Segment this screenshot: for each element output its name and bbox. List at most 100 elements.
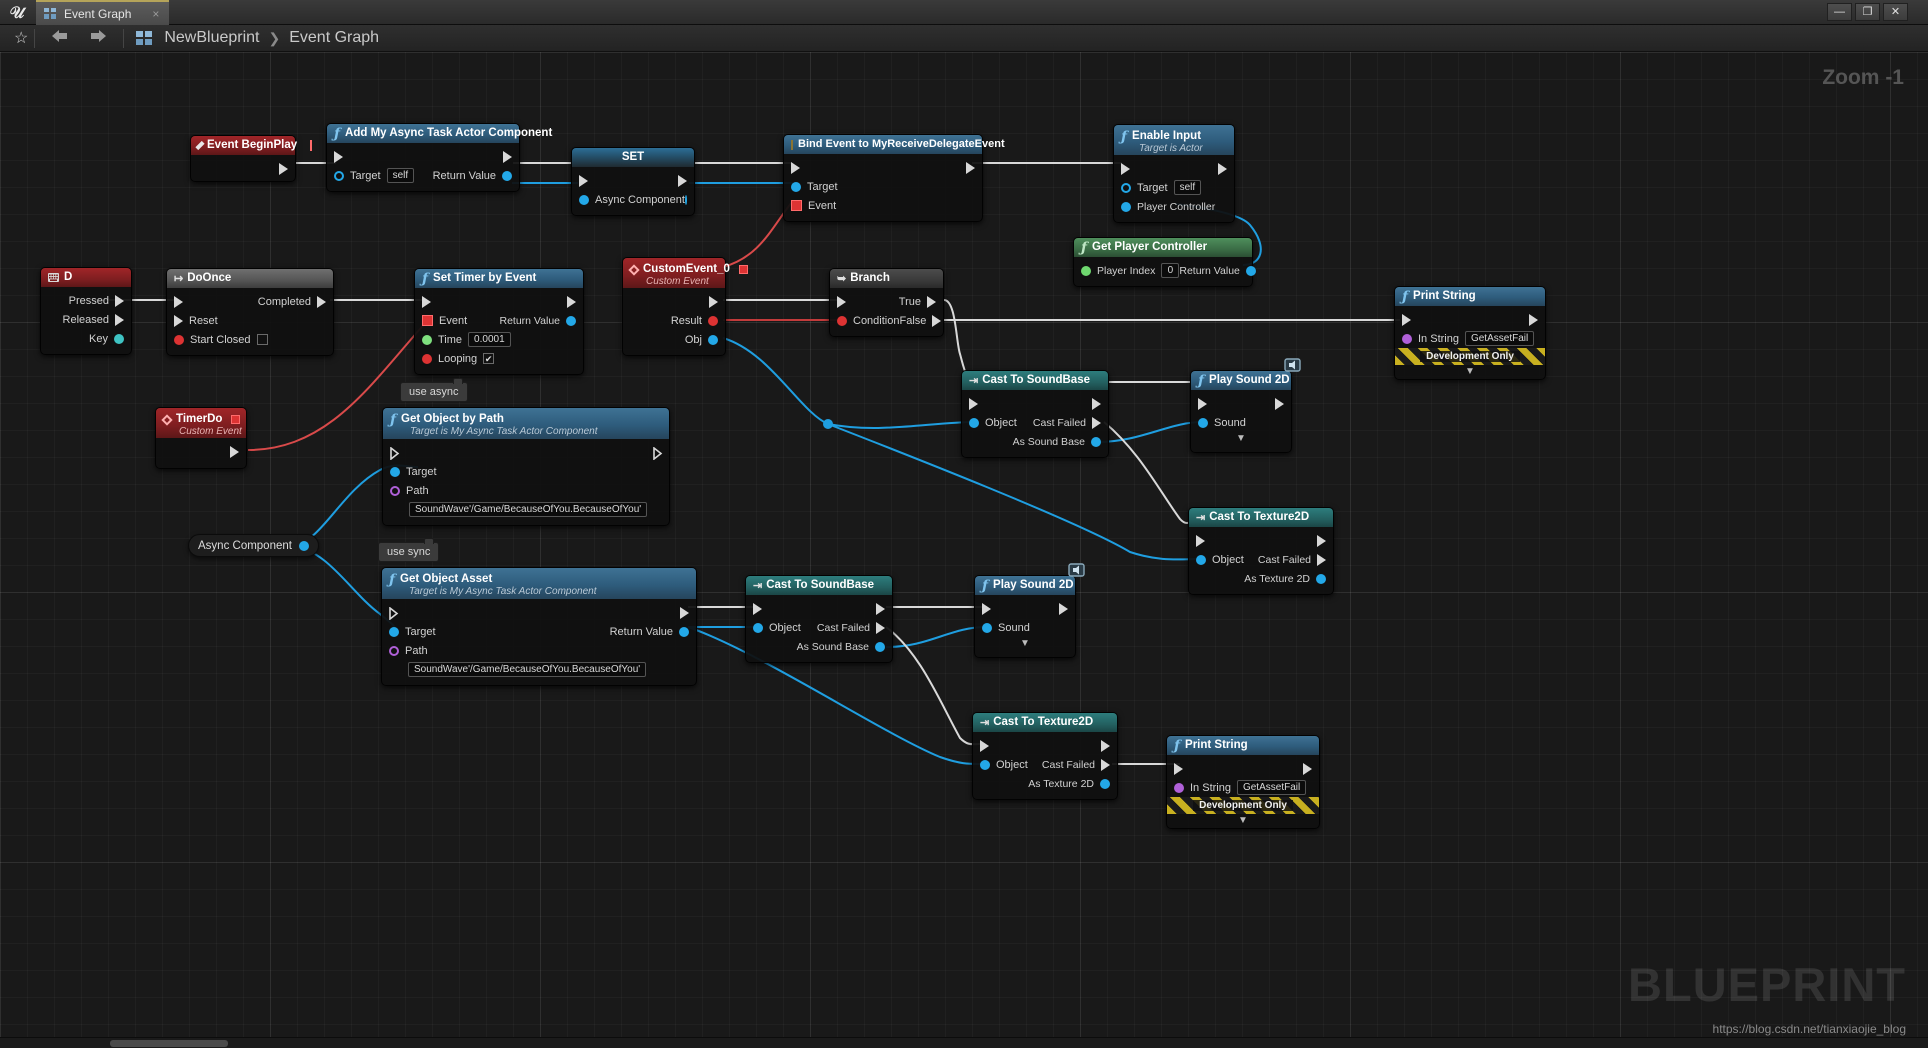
pin-row-sound[interactable]: Sound [1191,413,1291,432]
node-get-player-controller[interactable]: ƒ Get Player Controller Player Index 0 R… [1073,237,1256,287]
node-get-object-by-path[interactable]: ƒ Get Object by Path Target is My Async … [382,407,670,526]
exec-input-pin[interactable] [1198,397,1207,410]
path-input-pin[interactable] [389,645,399,656]
return-value-output-pin[interactable] [679,626,689,637]
pin-row-as-texture-2d[interactable]: As Texture 2D [1189,569,1333,588]
event-toggle-icon[interactable] [310,140,313,151]
pressed-output-pin[interactable] [115,294,124,307]
player-index-input-pin[interactable] [1081,265,1091,276]
exec-input-pin[interactable] [1174,762,1183,775]
pin-row-event[interactable]: Event Return Value [415,311,583,330]
target-value[interactable]: self [386,168,415,183]
in-string-input-pin[interactable] [1402,333,1412,344]
pin-row-target[interactable]: Target self Return Value [327,166,519,185]
pin-row-as-sound-base[interactable]: As Sound Base [962,432,1108,451]
in-string-input-pin[interactable] [1174,782,1184,793]
window-minimize-button[interactable]: — [1827,3,1852,21]
exec-input-pin[interactable] [980,739,989,752]
looping-input-pin[interactable] [422,353,432,364]
sound-input-pin[interactable] [982,622,992,633]
as-sound-base-output-pin[interactable] [875,641,885,652]
exec-output-pin[interactable] [503,150,512,163]
node-enable-input[interactable]: ƒ Enable Input Target is Actor Target se… [1113,124,1235,223]
node-set-timer-by-event[interactable]: ƒ Set Timer by Event Event Return Value [414,268,584,375]
exec-input-pin[interactable] [753,602,762,615]
object-input-pin[interactable] [753,622,763,633]
node-get-object-asset[interactable]: ƒ Get Object Asset Target is My Async Ta… [381,567,697,686]
pin-row-exec-out[interactable] [623,292,725,311]
path-value[interactable]: SoundWave'/Game/BecauseOfYou.BecauseOfYo… [409,502,648,517]
exec-output-pin[interactable] [1101,739,1110,752]
exec-output-pin[interactable] [876,602,885,615]
exec-input-pin[interactable] [174,295,183,308]
result-output-pin[interactable] [708,315,718,326]
breadcrumb-current[interactable]: Event Graph [289,29,379,47]
looping-checkbox[interactable] [483,353,495,364]
cast-failed-output-pin[interactable] [1092,416,1101,429]
as-texture-2d-output-pin[interactable] [1100,778,1110,789]
completed-output-pin[interactable] [317,295,326,308]
exec-input-pin[interactable] [969,397,978,410]
player-index-value[interactable]: 0 [1161,263,1180,278]
pin-row-time[interactable]: Time 0.0001 [415,330,583,349]
pin-row-exec[interactable] [572,171,694,190]
async-component-output-pin[interactable] [684,194,687,205]
pin-row-target[interactable]: Target [383,462,669,481]
pin-row-in-string[interactable]: In String GetAssetFail [1167,778,1319,797]
node-do-once[interactable]: ↦ DoOnce Completed Reset Start Closed [166,268,334,356]
pin-row-condition-false[interactable]: Condition False [830,311,943,330]
as-sound-base-output-pin[interactable] [1091,436,1101,447]
node-cast-to-texture2d-top[interactable]: ⇥ Cast To Texture2D Object Cast Failed A… [1188,507,1334,595]
expand-node-icon[interactable]: ▼ [1191,432,1291,446]
pin-row-exec[interactable] [746,599,892,618]
pin-row-obj[interactable]: Obj [623,330,725,349]
window-maximize-button[interactable]: ❐ [1855,3,1880,21]
exec-input-pin[interactable] [1196,534,1205,547]
var-node-async-component[interactable]: Async Component [188,534,319,557]
target-input-pin[interactable] [389,626,399,637]
target-input-pin[interactable] [390,466,400,477]
pin-row-player-index[interactable]: Player Index 0 Return Value [1074,261,1256,280]
pin-row-as-texture-2d[interactable]: As Texture 2D [973,774,1117,793]
chip-use-sync[interactable]: use sync [378,538,440,562]
exec-output-pin[interactable] [567,295,576,308]
path-input-pin[interactable] [390,485,400,496]
node-branch[interactable]: ➥ Branch True Condition False [829,268,944,337]
pin-row-exec-true[interactable]: True [830,292,943,311]
pin-row-path-value[interactable]: SoundWave'/Game/BecauseOfYou.BecauseOfYo… [383,500,669,519]
pin-row-exec-out[interactable] [191,159,295,178]
exec-input-pin[interactable] [1121,162,1130,175]
exec-output-pin[interactable] [1303,762,1312,775]
pin-row-exec[interactable] [962,394,1108,413]
as-texture-2d-output-pin[interactable] [1316,573,1326,584]
exec-output-pin[interactable] [230,445,239,458]
object-input-pin[interactable] [980,759,990,770]
exec-output-pin[interactable] [678,174,687,187]
target-input-pin[interactable] [791,181,801,192]
node-print-string-bottom[interactable]: ƒ Print String In String GetAssetFail De… [1166,735,1320,829]
object-input-pin[interactable] [1196,554,1206,565]
navigate-forward-icon[interactable] [79,28,117,49]
target-value[interactable]: self [1173,180,1202,195]
pin-row-exec-out[interactable] [156,442,246,461]
pin-row-exec[interactable] [383,443,669,462]
in-string-value[interactable]: GetAssetFail [1464,331,1535,346]
target-input-pin[interactable] [1121,182,1131,193]
pin-row-result[interactable]: Result [623,311,725,330]
tab-event-graph[interactable]: Event Graph × [36,0,170,25]
pin-row-object-castfailed[interactable]: Object Cast Failed [962,413,1108,432]
reset-input-pin[interactable] [174,314,183,327]
pin-row-target[interactable]: Target [784,177,982,196]
exec-input-pin[interactable] [579,174,588,187]
node-timerdo-custom-event[interactable]: TimerDo Custom Event [155,407,247,469]
pin-row-exec[interactable]: Completed [167,292,333,311]
node-add-my-async-task-actor-component[interactable]: ƒ Add My Async Task Actor Component Targ… [326,123,552,192]
node-cast-to-texture2d-bottom[interactable]: ⇥ Cast To Texture2D Object Cast Failed A… [972,712,1118,800]
pin-row-player-controller[interactable]: Player Controller [1114,197,1234,216]
chip-use-async[interactable]: use async [400,378,468,402]
condition-input-pin[interactable] [837,315,847,326]
sound-input-pin[interactable] [1198,417,1208,428]
pin-row-exec[interactable] [784,158,982,177]
released-output-pin[interactable] [115,313,124,326]
pin-row-exec[interactable] [1167,759,1319,778]
